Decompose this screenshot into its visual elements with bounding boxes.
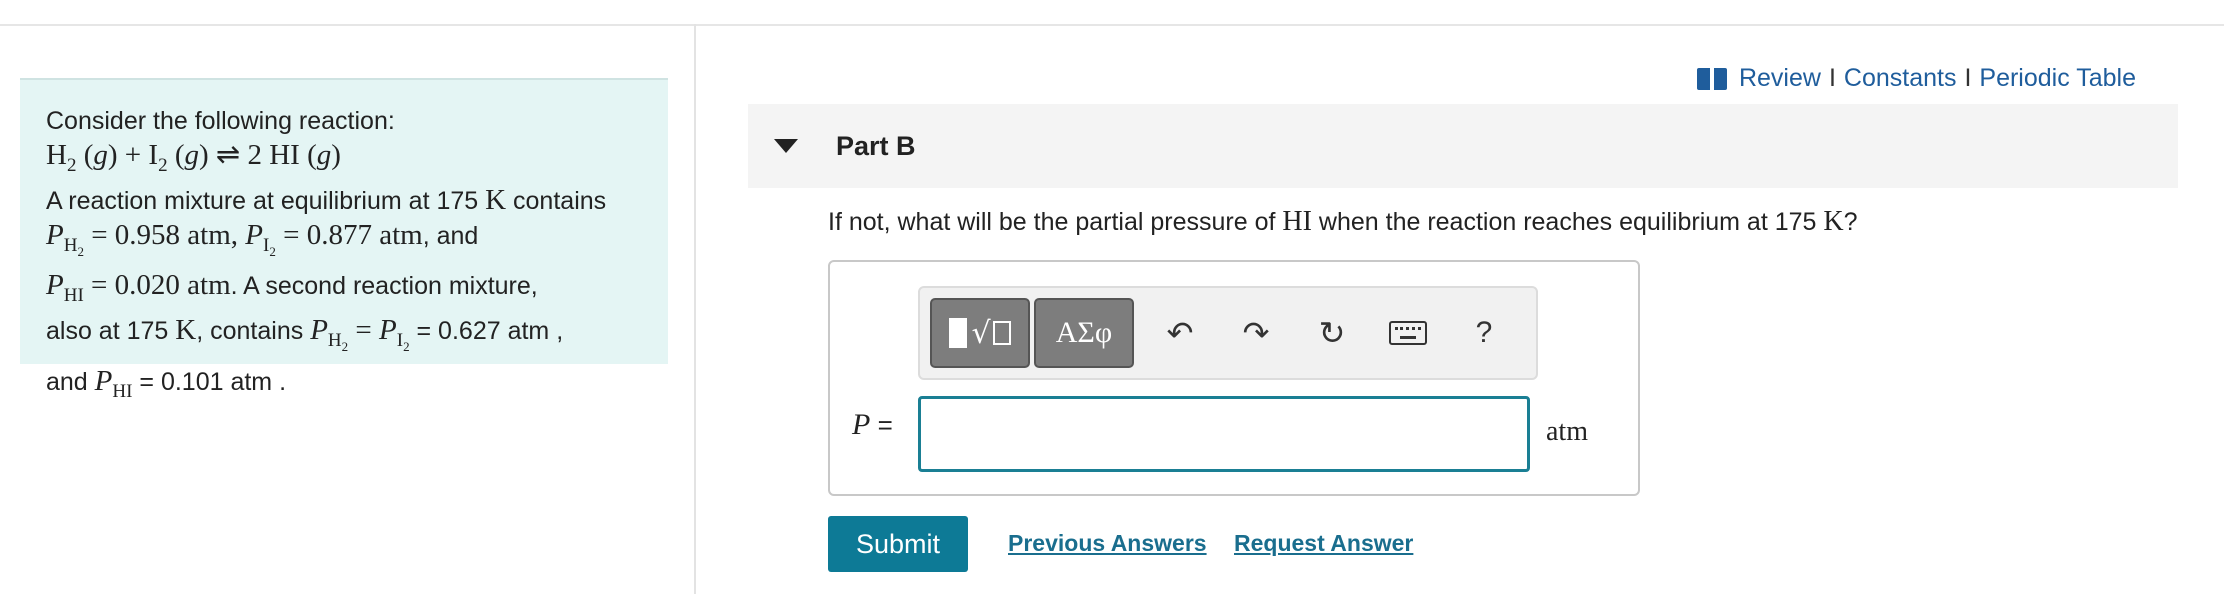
part-title: Part B [836, 130, 916, 161]
review-link[interactable]: Review [1739, 64, 1821, 93]
part-header[interactable]: Part B [748, 104, 2178, 188]
submit-button[interactable]: Submit [828, 516, 968, 572]
problem-intro: Consider the following reaction: [46, 107, 395, 135]
constants-link[interactable]: Constants [1844, 64, 1957, 93]
problem-line-4: also at 175 K, contains PH2 = PI2 = 0.62… [46, 314, 564, 354]
greek-symbols-button[interactable]: ΑΣφ [1034, 298, 1134, 368]
reset-icon[interactable]: ↻ [1310, 310, 1354, 356]
radical-icon: √ [971, 315, 991, 351]
equilibrium-arrow: ⇌ [215, 139, 241, 171]
undo-icon[interactable]: ↶ [1158, 310, 1202, 356]
previous-answers-link[interactable]: Previous Answers [1008, 530, 1207, 557]
problem-line-1: A reaction mixture at equilibrium at 175… [46, 183, 607, 216]
column-divider [694, 24, 696, 594]
problem-panel: Consider the following reaction: H2 (g) … [20, 78, 668, 402]
redo-icon[interactable]: ↷ [1234, 310, 1278, 356]
answer-unit: atm [1546, 416, 1588, 447]
answer-input[interactable] [918, 396, 1530, 472]
help-button[interactable]: ? [1462, 310, 1506, 356]
request-answer-link[interactable]: Request Answer [1234, 530, 1413, 557]
top-divider [0, 24, 2224, 26]
periodic-table-link[interactable]: Periodic Table [1979, 64, 2136, 93]
book-icon [1696, 67, 1727, 90]
answer-box: √ ΑΣφ ↶ ↷ ↻ ? P = atm [828, 260, 1640, 496]
collapse-caret-icon[interactable] [774, 139, 798, 153]
template-block-icon [949, 318, 968, 348]
templates-button[interactable]: √ [930, 298, 1030, 368]
reaction-equation: H2 (g) + I2 (g) ⇌ 2 HI (g) [46, 139, 341, 176]
question-text: If not, what will be the partial pressur… [828, 206, 1858, 237]
template-box-icon [992, 321, 1011, 345]
math-toolbar: √ ΑΣφ ↶ ↷ ↻ ? [918, 286, 1538, 380]
problem-line-5: and PHI = 0.101 atm . [46, 364, 287, 402]
problem-line-3: PHI = 0.020 atm. A second reaction mixtu… [46, 269, 538, 307]
problem-line-2: PH2 = 0.958 atm, PI2 = 0.877 atm, and [46, 218, 479, 259]
answer-label: P = [852, 408, 893, 441]
keyboard-icon[interactable] [1386, 310, 1430, 356]
reference-links: Review I Constants I Periodic Table [1696, 64, 2136, 93]
